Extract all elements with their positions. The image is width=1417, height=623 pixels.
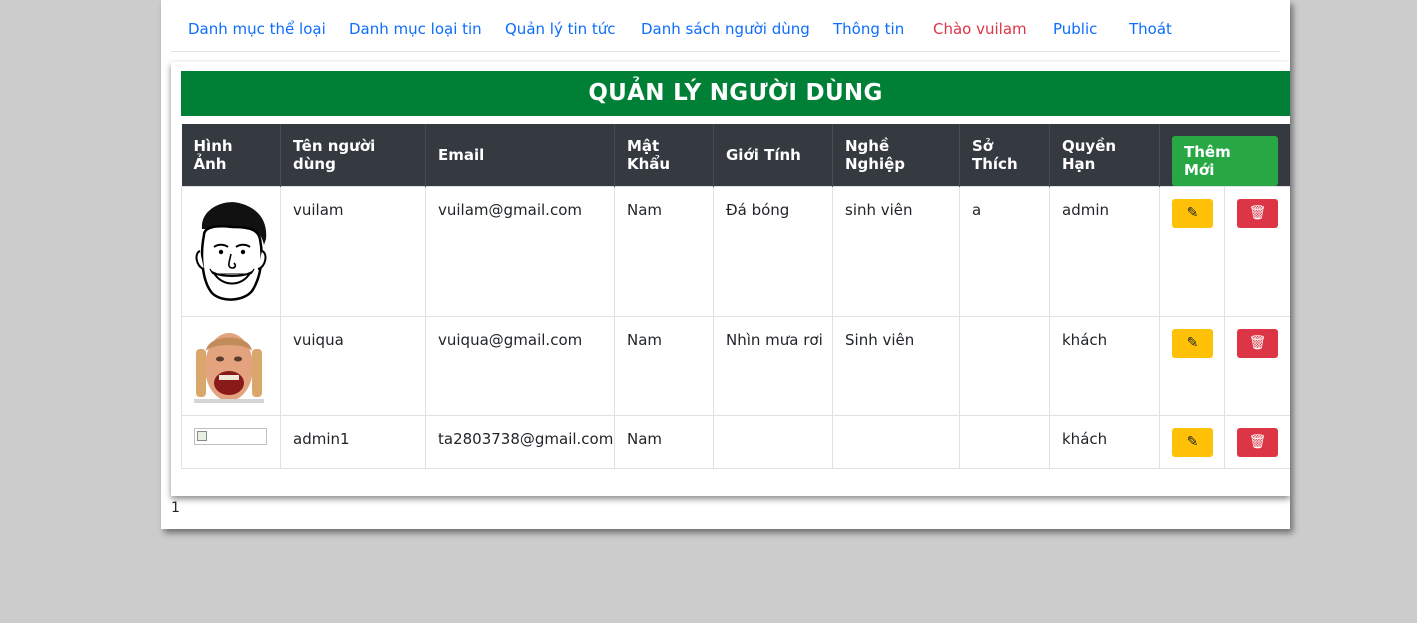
- trash-icon: 🗑: [1248, 434, 1267, 450]
- header-job: Nghề Nghiệp: [832, 124, 960, 187]
- email-cell: vuiqua@gmail.com: [425, 316, 615, 416]
- avatar-cell: [181, 186, 281, 317]
- delete-cell: 🗑: [1224, 186, 1290, 317]
- gender-cell: Đá bóng: [713, 186, 833, 317]
- table-row: vuilam vuilam@gmail.com Nam Đá bóng sinh…: [181, 186, 1290, 317]
- nav-greeting[interactable]: Chào vuilam: [933, 20, 1027, 38]
- nav-category-list[interactable]: Danh mục thể loại: [188, 20, 326, 38]
- nav-logout[interactable]: Thoát: [1129, 20, 1172, 38]
- password-cell: Nam: [614, 186, 714, 317]
- gender-cell: [713, 415, 833, 469]
- page-title: QUẢN LÝ NGƯỜI DÙNG: [181, 71, 1290, 116]
- gender-cell: Nhìn mưa rơi: [713, 316, 833, 416]
- trash-icon: 🗑: [1248, 205, 1267, 221]
- header-password: Mật Khẩu: [614, 124, 714, 187]
- page-number: 1: [171, 500, 180, 516]
- password-cell: Nam: [614, 415, 714, 469]
- job-cell: Sinh viên: [832, 316, 960, 416]
- username-cell: vuilam: [280, 186, 426, 317]
- edit-cell: ✎: [1159, 316, 1225, 416]
- header-gender: Giới Tính: [713, 124, 833, 187]
- page-container: Danh mục thể loại Danh mục loại tin Quản…: [161, 0, 1290, 529]
- edit-button[interactable]: ✎: [1172, 329, 1213, 358]
- top-navbar: Danh mục thể loại Danh mục loại tin Quản…: [171, 0, 1280, 52]
- table-row: admin1 ta2803738@gmail.com Nam khách ✎ 🗑: [181, 415, 1290, 469]
- edit-cell: ✎: [1159, 415, 1225, 469]
- delete-button[interactable]: 🗑: [1237, 199, 1278, 228]
- user-table: Hình Ảnh Tên người dùng Email Mật Khẩu G…: [181, 124, 1290, 469]
- pencil-icon: ✎: [1186, 205, 1199, 221]
- header-username: Tên người dùng: [280, 124, 426, 187]
- broken-image-icon: [194, 428, 267, 445]
- header-hobby: Sở Thích: [959, 124, 1050, 187]
- trash-icon: 🗑: [1248, 335, 1267, 351]
- hobby-cell: [959, 415, 1050, 469]
- hobby-cell: [959, 316, 1050, 416]
- username-cell: admin1: [280, 415, 426, 469]
- username-cell: vuiqua: [280, 316, 426, 416]
- avatar-photo-face-icon: [194, 333, 264, 403]
- delete-button[interactable]: 🗑: [1237, 428, 1278, 457]
- email-cell: vuilam@gmail.com: [425, 186, 615, 317]
- edit-cell: ✎: [1159, 186, 1225, 317]
- nav-news-management[interactable]: Quản lý tin tức: [505, 20, 616, 38]
- pencil-icon: ✎: [1186, 434, 1199, 450]
- edit-button[interactable]: ✎: [1172, 428, 1213, 457]
- pencil-icon: ✎: [1186, 335, 1199, 351]
- hobby-cell: a: [959, 186, 1050, 317]
- header-email: Email: [425, 124, 615, 187]
- table-header-row: Hình Ảnh Tên người dùng Email Mật Khẩu G…: [181, 124, 1290, 187]
- nav-info[interactable]: Thông tin: [833, 20, 904, 38]
- password-cell: Nam: [614, 316, 714, 416]
- job-cell: sinh viên: [832, 186, 960, 317]
- delete-cell: 🗑: [1224, 316, 1290, 416]
- add-new-button[interactable]: Thêm Mới: [1172, 136, 1278, 186]
- header-image: Hình Ảnh: [181, 124, 281, 187]
- role-cell: admin: [1049, 186, 1160, 317]
- avatar-cartoon-face-icon: [195, 202, 267, 301]
- role-cell: khách: [1049, 415, 1160, 469]
- avatar-cell: [181, 316, 281, 416]
- delete-button[interactable]: 🗑: [1237, 329, 1278, 358]
- job-cell: [832, 415, 960, 469]
- header-actions: Thêm Mới: [1159, 124, 1290, 187]
- role-cell: khách: [1049, 316, 1160, 416]
- edit-button[interactable]: ✎: [1172, 199, 1213, 228]
- nav-user-list[interactable]: Danh sách người dùng: [641, 20, 810, 38]
- avatar-cell: [181, 415, 281, 469]
- table-row: vuiqua vuiqua@gmail.com Nam Nhìn mưa rơi…: [181, 316, 1290, 416]
- user-management-panel: QUẢN LÝ NGƯỜI DÙNG Hình Ảnh Tên người dù…: [171, 62, 1290, 496]
- header-role: Quyền Hạn: [1049, 124, 1160, 187]
- nav-public[interactable]: Public: [1053, 20, 1097, 38]
- delete-cell: 🗑: [1224, 415, 1290, 469]
- nav-news-type-list[interactable]: Danh mục loại tin: [349, 20, 482, 38]
- email-cell: ta2803738@gmail.com: [425, 415, 615, 469]
